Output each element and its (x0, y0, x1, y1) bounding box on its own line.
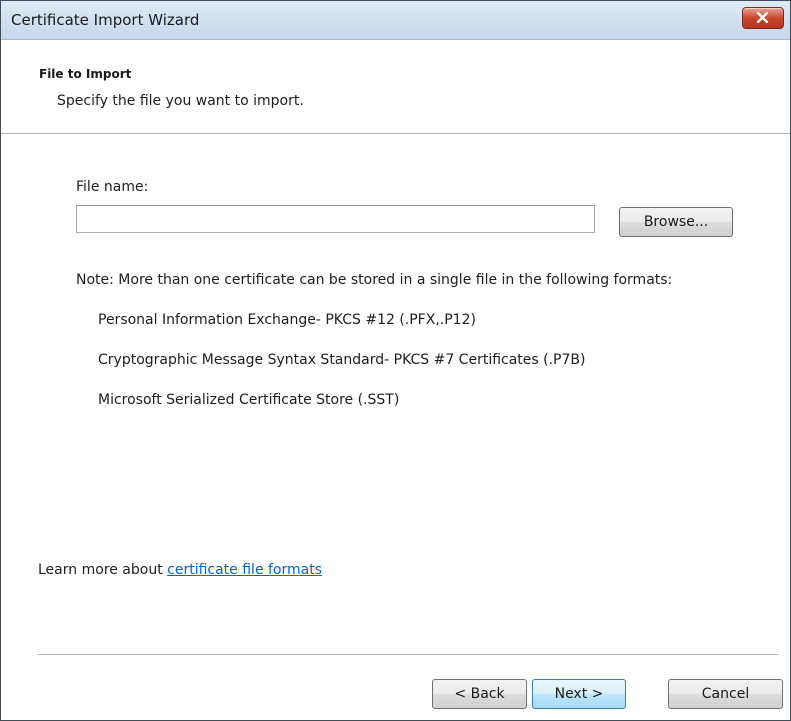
learn-more-text: Learn more about certificate file format… (38, 562, 322, 578)
close-icon (756, 12, 769, 23)
page-heading: File to Import (39, 67, 132, 81)
format-item: Cryptographic Message Syntax Standard- P… (98, 352, 586, 368)
header-divider (1, 133, 790, 135)
wizard-header (1, 40, 790, 132)
title-bar[interactable]: Certificate Import Wizard (1, 1, 790, 40)
format-item: Personal Information Exchange- PKCS #12 … (98, 312, 476, 328)
page-subheading: Specify the file you want to import. (57, 93, 304, 109)
certificate-formats-link[interactable]: certificate file formats (167, 562, 322, 578)
file-name-label: File name: (76, 179, 149, 195)
next-button[interactable]: Next > (532, 679, 626, 709)
browse-button[interactable]: Browse... (619, 207, 733, 237)
cancel-button[interactable]: Cancel (668, 679, 783, 709)
format-item: Microsoft Serialized Certificate Store (… (98, 392, 400, 408)
wizard-window: Certificate Import Wizard File to Import… (0, 0, 791, 721)
back-button[interactable]: < Back (432, 679, 527, 709)
close-button[interactable] (742, 7, 784, 29)
footer-divider (38, 654, 778, 656)
learn-more-prefix: Learn more about (38, 562, 168, 578)
file-name-input[interactable] (76, 205, 595, 233)
window-title: Certificate Import Wizard (11, 11, 200, 29)
formats-note: Note: More than one certificate can be s… (76, 272, 673, 288)
